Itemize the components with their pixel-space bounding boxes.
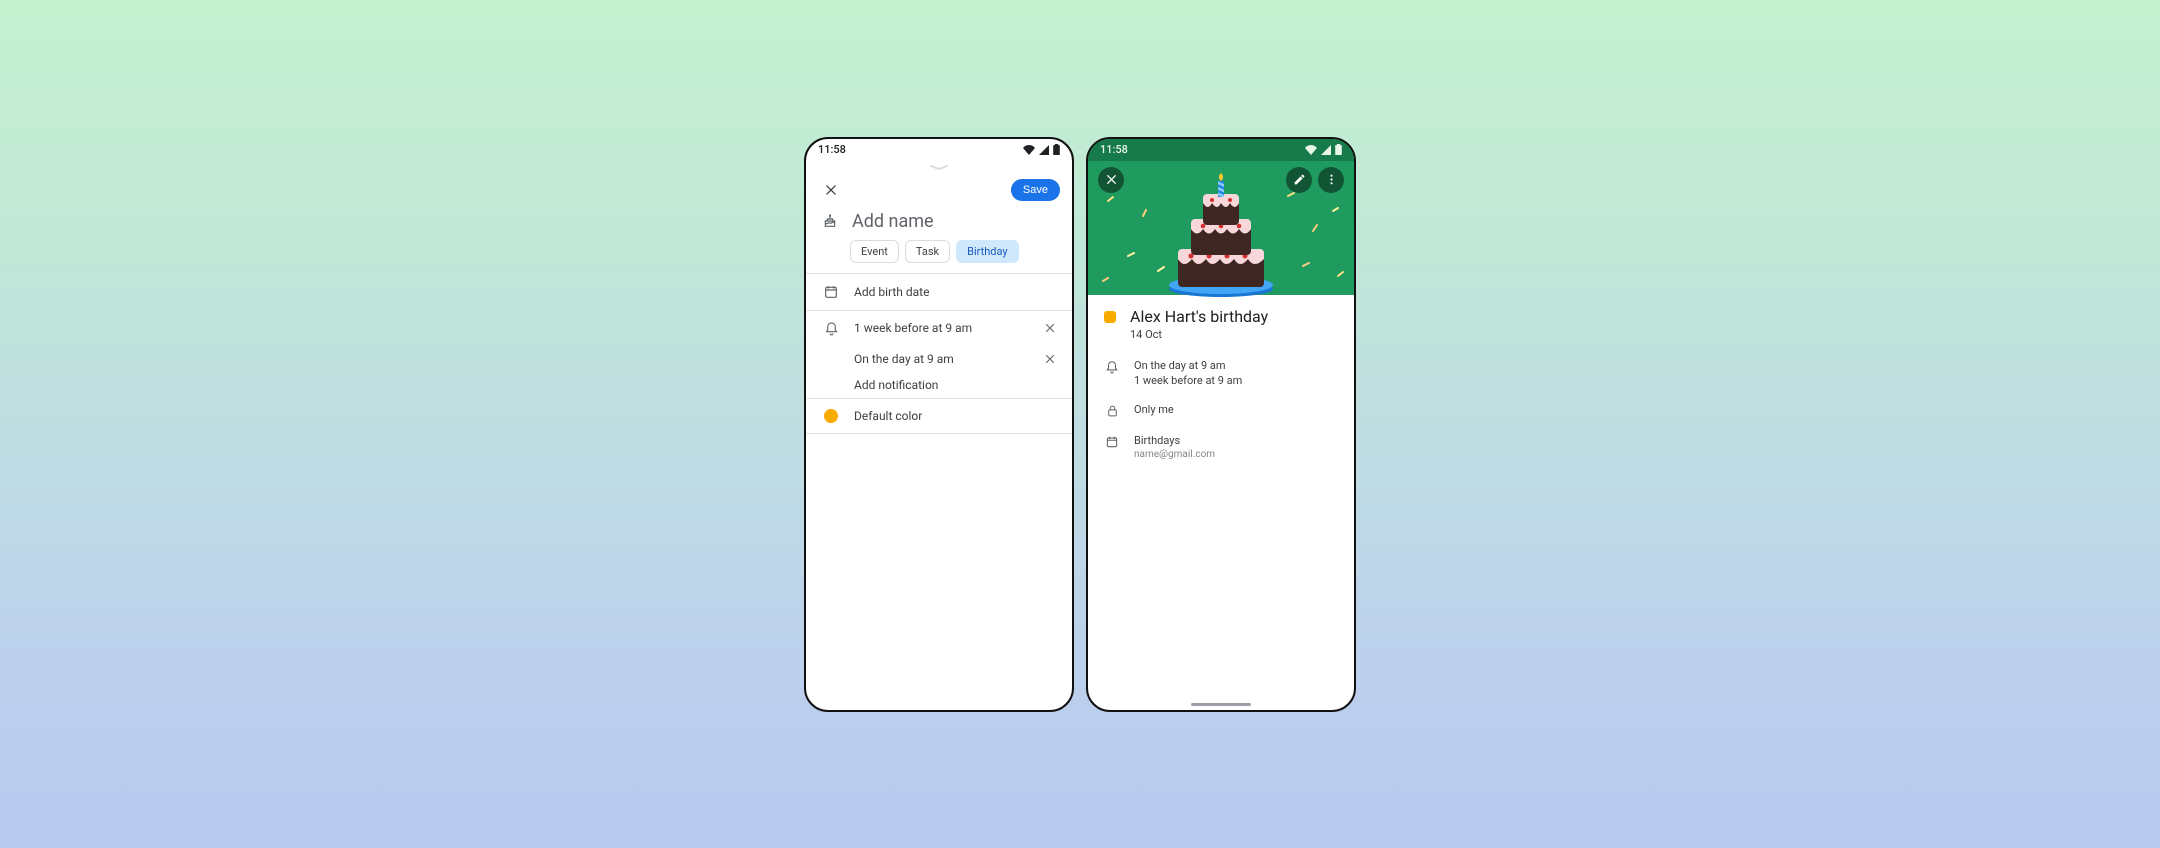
status-icons: [1305, 144, 1342, 155]
drag-handle[interactable]: [806, 161, 1072, 173]
wifi-icon: [1023, 145, 1035, 155]
color-row[interactable]: Default color: [806, 399, 1072, 433]
top-bar: Save: [806, 173, 1072, 207]
event-title-row: Alex Hart's birthday: [1088, 295, 1354, 328]
visibility-row[interactable]: Only me: [1088, 395, 1354, 426]
nav-handle: [1191, 703, 1251, 706]
wifi-icon: [1305, 145, 1317, 155]
chip-task[interactable]: Task: [905, 240, 950, 263]
remove-notification-1[interactable]: [1044, 322, 1056, 334]
divider: [806, 433, 1072, 434]
view-notif-2: 1 week before at 9 am: [1134, 374, 1242, 387]
calendar-icon: [822, 284, 840, 300]
title-row: Add name: [806, 207, 1072, 240]
birth-date-label: Add birth date: [854, 285, 1056, 299]
color-label: Default color: [854, 409, 1056, 423]
signal-icon: [1039, 145, 1049, 155]
calendar-name: Birthdays: [1134, 434, 1215, 447]
create-birthday-screen: 11:58 Save Add name Event Task Birthday …: [804, 137, 1074, 712]
close-icon: [1044, 322, 1056, 334]
bell-icon: [1104, 360, 1120, 374]
status-bar: 11:58: [1088, 139, 1354, 161]
battery-icon: [1053, 144, 1060, 155]
status-time: 11:58: [818, 143, 846, 156]
hero-banner: 11:58: [1088, 139, 1354, 295]
cake-outline-icon: [822, 213, 838, 229]
visibility-label: Only me: [1134, 403, 1174, 416]
chip-birthday[interactable]: Birthday: [956, 240, 1019, 263]
calendar-account: name@gmail.com: [1134, 449, 1215, 460]
chip-event[interactable]: Event: [850, 240, 899, 263]
add-notification-row[interactable]: Add notification: [806, 372, 1072, 398]
close-button[interactable]: [818, 177, 844, 203]
battery-icon: [1335, 144, 1342, 155]
view-notif-1: On the day at 9 am: [1134, 359, 1242, 372]
color-swatch: [824, 409, 838, 423]
notification-1-label: 1 week before at 9 am: [854, 321, 1030, 335]
save-button[interactable]: Save: [1011, 179, 1060, 201]
calendar-icon: [1104, 435, 1120, 449]
event-color-dot: [1104, 311, 1116, 323]
notifications-row[interactable]: On the day at 9 am 1 week before at 9 am: [1088, 351, 1354, 395]
status-icons: [1023, 144, 1060, 155]
close-icon: [1044, 353, 1056, 365]
cake-illustration: [1156, 169, 1286, 297]
remove-notification-2[interactable]: [1044, 353, 1056, 365]
view-birthday-screen: 11:58: [1086, 137, 1356, 712]
add-notification-label: Add notification: [854, 378, 1056, 392]
calendar-row[interactable]: Birthdays name@gmail.com: [1088, 426, 1354, 468]
event-title: Alex Hart's birthday: [1130, 307, 1268, 326]
birth-date-row[interactable]: Add birth date: [806, 274, 1072, 310]
event-date: 14 Oct: [1088, 328, 1354, 351]
lock-icon: [1104, 404, 1120, 418]
notification-row-1[interactable]: 1 week before at 9 am: [806, 311, 1072, 346]
notification-row-2[interactable]: On the day at 9 am: [806, 346, 1072, 372]
type-chips: Event Task Birthday: [806, 240, 1072, 273]
status-time: 11:58: [1100, 143, 1128, 156]
signal-icon: [1321, 145, 1331, 155]
status-bar: 11:58: [806, 139, 1072, 161]
color-dot-icon: [822, 409, 840, 423]
close-icon: [824, 183, 838, 197]
notification-2-label: On the day at 9 am: [854, 352, 1044, 366]
bell-icon: [822, 321, 840, 336]
name-input[interactable]: Add name: [852, 211, 934, 232]
